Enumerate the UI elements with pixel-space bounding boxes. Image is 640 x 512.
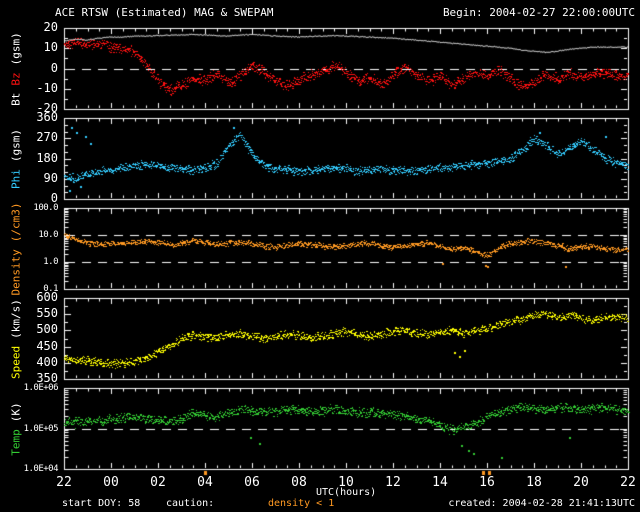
plot-canvas xyxy=(0,0,640,512)
caution-label: caution: xyxy=(166,498,215,509)
plot-title: ACE RTSW (Estimated) MAG & SWEPAM xyxy=(55,6,274,19)
begin-timestamp: Begin: 2004-02-27 22:00:00UTC xyxy=(442,6,635,19)
caution-value: density < 1 xyxy=(268,498,335,509)
created-timestamp: created: 2004-02-28 21:41:13UTC xyxy=(448,498,635,509)
x-axis-label: UTC(hours) xyxy=(316,487,377,498)
start-doy-label: start DOY: 58 xyxy=(62,498,141,509)
ace-rtsw-plot: ACE RTSW (Estimated) MAG & SWEPAM Begin:… xyxy=(0,0,640,512)
